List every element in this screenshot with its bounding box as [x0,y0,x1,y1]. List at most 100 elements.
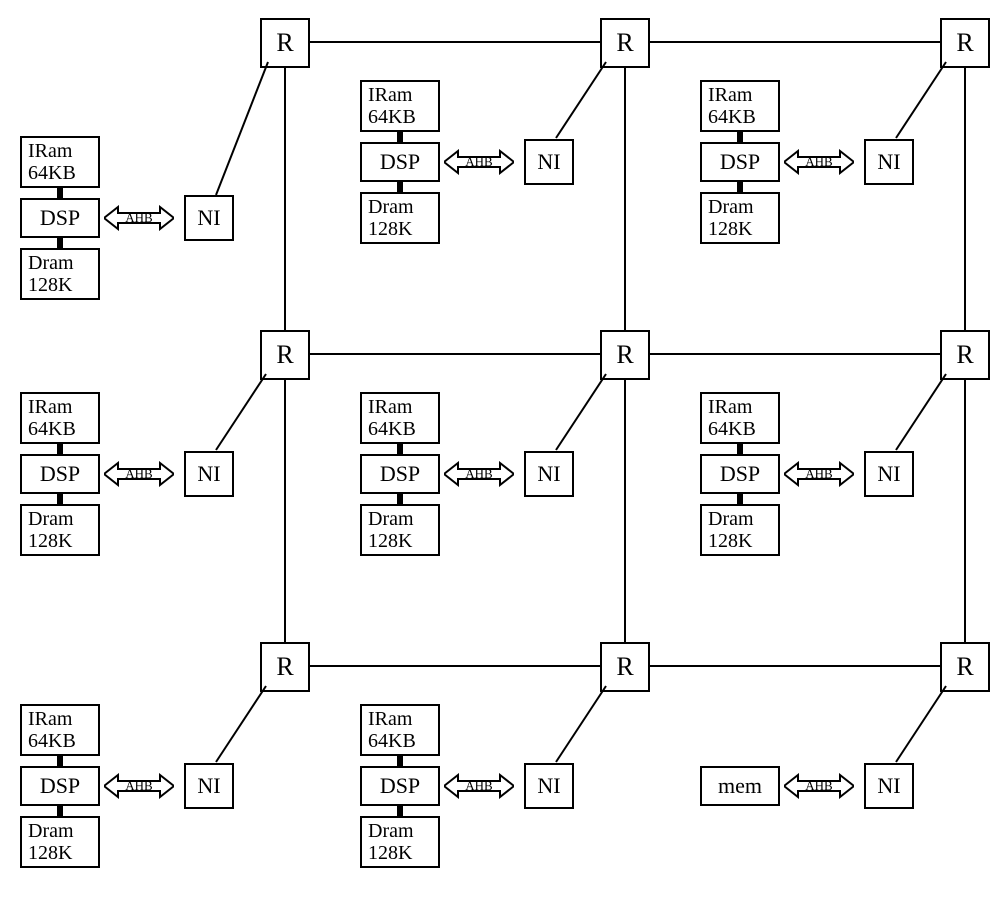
mesh-link [624,68,626,330]
dram-size: 128K [28,274,72,296]
ahb-arrow: AHB [104,773,174,799]
noc-diagram: R R R R R R R R R IRam 64KB DSP Dram 128… [0,0,1000,919]
ahb-arrow: AHB [784,461,854,487]
dsp-label: DSP [720,461,760,487]
mem-block: mem [700,766,780,806]
router-label: R [956,340,973,370]
connector [397,806,403,816]
mesh-link [650,353,940,355]
iram-size: 64KB [28,162,76,184]
router-label: R [616,28,633,58]
dsp-label: DSP [40,205,80,231]
iram-size: 64KB [368,730,416,752]
connector [737,182,743,192]
iram-block: IRam 64KB [20,704,100,756]
ni-block: NI [864,763,914,809]
iram-label: IRam [708,396,752,418]
connector [737,494,743,504]
connector [397,444,403,454]
iram-block: IRam 64KB [700,80,780,132]
dram-size: 128K [28,530,72,552]
iram-size: 64KB [708,418,756,440]
iram-block: IRam 64KB [360,392,440,444]
router: R [600,18,650,68]
dram-label: Dram [708,508,754,530]
mesh-link [650,665,940,667]
iram-label: IRam [368,84,412,106]
router: R [260,330,310,380]
mesh-link [284,380,286,642]
ni-label: NI [877,461,900,487]
dsp-block: DSP [360,142,440,182]
dsp-label: DSP [720,149,760,175]
dsp-label: DSP [380,461,420,487]
router-label: R [276,28,293,58]
ahb-arrow: AHB [104,205,174,231]
dsp-block: DSP [20,454,100,494]
dram-size: 128K [368,530,412,552]
mesh-link [964,380,966,642]
iram-label: IRam [28,140,72,162]
iram-size: 64KB [368,106,416,128]
dram-block: Dram 128K [700,504,780,556]
dsp-block: DSP [360,454,440,494]
ni-block: NI [524,139,574,185]
ahb-arrow: AHB [444,149,514,175]
dram-label: Dram [28,252,74,274]
iram-label: IRam [368,708,412,730]
dsp-block: DSP [360,766,440,806]
connector [397,756,403,766]
ni-block: NI [864,451,914,497]
connector [57,188,63,198]
ni-label: NI [197,773,220,799]
iram-label: IRam [28,396,72,418]
dsp-block: DSP [700,454,780,494]
dram-size: 128K [28,842,72,864]
ni-block: NI [184,763,234,809]
iram-block: IRam 64KB [360,704,440,756]
iram-block: IRam 64KB [360,80,440,132]
ni-block: NI [524,763,574,809]
iram-size: 64KB [708,106,756,128]
dram-size: 128K [368,218,412,240]
dsp-label: DSP [40,461,80,487]
router: R [600,330,650,380]
dram-label: Dram [28,508,74,530]
iram-label: IRam [368,396,412,418]
router-label: R [276,340,293,370]
connector [737,444,743,454]
dram-size: 128K [708,218,752,240]
iram-block: IRam 64KB [20,136,100,188]
dram-size: 128K [368,842,412,864]
mesh-link [624,380,626,642]
dram-block: Dram 128K [20,248,100,300]
dram-block: Dram 128K [20,816,100,868]
ahb-arrow: AHB [784,773,854,799]
router: R [260,18,310,68]
mesh-link [310,353,600,355]
iram-size: 64KB [28,418,76,440]
dram-label: Dram [708,196,754,218]
dsp-block: DSP [700,142,780,182]
dsp-label: DSP [380,149,420,175]
ni-label: NI [537,461,560,487]
ni-label: NI [197,205,220,231]
router-label: R [276,652,293,682]
router: R [940,18,990,68]
router: R [600,642,650,692]
dsp-block: DSP [20,198,100,238]
dram-block: Dram 128K [360,816,440,868]
iram-size: 64KB [28,730,76,752]
connector [57,238,63,248]
ni-label: NI [197,461,220,487]
iram-label: IRam [28,708,72,730]
ahb-arrow: AHB [444,461,514,487]
dram-label: Dram [368,196,414,218]
ni-label: NI [877,773,900,799]
mesh-link [310,41,600,43]
ni-block: NI [524,451,574,497]
router: R [260,642,310,692]
mem-label: mem [718,773,762,799]
mesh-link [964,68,966,330]
iram-block: IRam 64KB [700,392,780,444]
